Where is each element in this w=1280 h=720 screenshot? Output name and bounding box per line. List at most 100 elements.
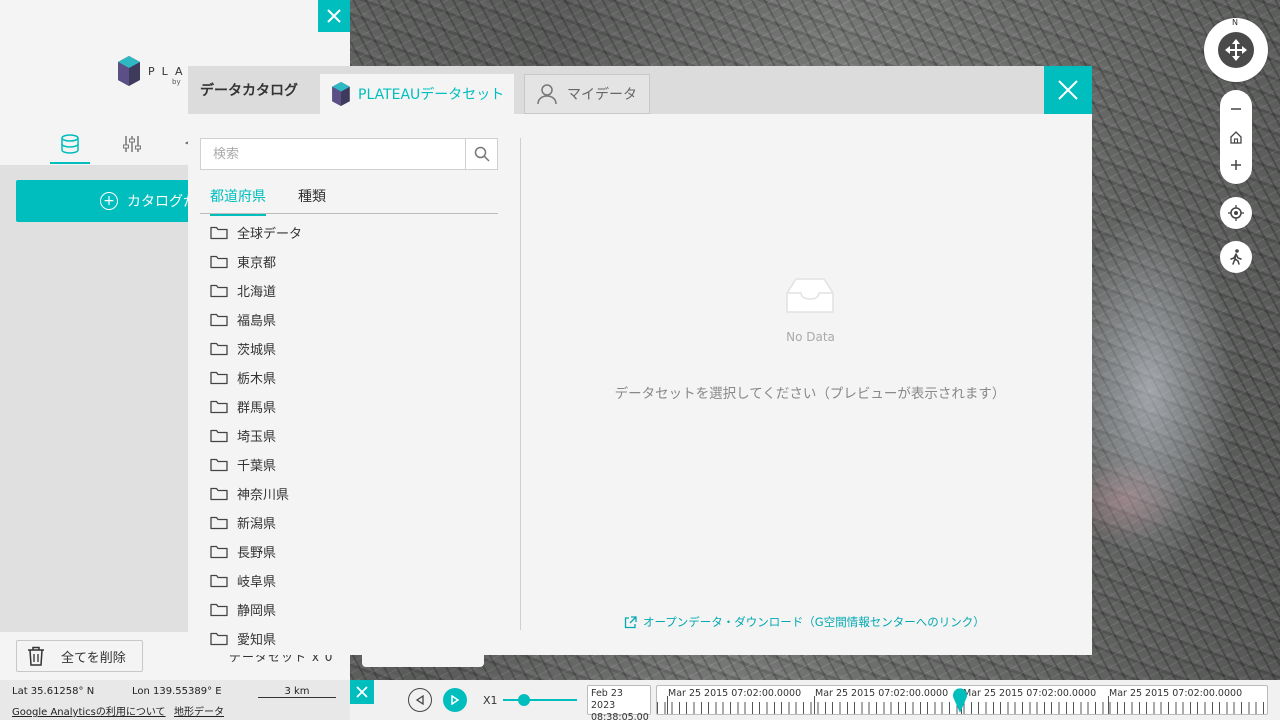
- status-bar: Lat 35.61258° N Lon 139.55389° E 3 km Go…: [0, 680, 350, 720]
- folder-icon: [210, 429, 228, 442]
- major-tick: [1108, 696, 1109, 714]
- close-icon: [327, 9, 341, 23]
- major-tick: [814, 696, 815, 714]
- catalog-button-label: カタログか: [127, 194, 197, 210]
- tree-item[interactable]: 栃木県: [200, 363, 498, 392]
- plateau-logo-icon: [118, 56, 140, 86]
- folder-icon: [210, 371, 228, 384]
- no-data-label: No Data: [786, 330, 835, 344]
- walking-person-icon: [1230, 249, 1242, 265]
- left-panel-close-button[interactable]: [318, 0, 350, 32]
- folder-icon: [210, 545, 228, 558]
- tree-item[interactable]: 千葉県: [200, 450, 498, 479]
- locate-icon: [1228, 205, 1244, 221]
- tree-item[interactable]: 群馬県: [200, 392, 498, 421]
- tree-item[interactable]: 長野県: [200, 537, 498, 566]
- search-button[interactable]: [465, 139, 497, 169]
- home-button[interactable]: [1220, 126, 1252, 148]
- sliders-icon: [123, 136, 141, 152]
- preview-hint: データセットを選択してください（プレビューが表示されます）: [614, 386, 1006, 402]
- folder-icon: [210, 487, 228, 500]
- compass-north-label: N: [1232, 18, 1238, 27]
- play-reverse-button[interactable]: [408, 688, 432, 712]
- external-link-icon: [624, 615, 637, 628]
- tree-item-label: 福島県: [237, 314, 277, 329]
- current-time: 08:38:05.00: [591, 712, 649, 720]
- zoom-controls: [1220, 90, 1252, 184]
- minus-icon: [1231, 108, 1241, 110]
- tab-plateau-dataset[interactable]: PLATEAUデータセット: [320, 74, 514, 114]
- current-date: Feb 23 2023: [591, 688, 623, 711]
- plus-circle-icon: +: [100, 192, 118, 210]
- play-icon: [451, 695, 460, 705]
- tree-item[interactable]: 埼玉県: [200, 421, 498, 450]
- tree-item-label: 栃木県: [237, 372, 277, 387]
- tree-item[interactable]: 全球データ: [200, 218, 498, 247]
- panel-divider: [520, 138, 521, 630]
- search-icon: [474, 146, 490, 162]
- timeline-bar: X1 Feb 23 2023 08:38:05.00 Mar 25 2015 0…: [350, 680, 1280, 720]
- tree-item-label: 神奈川県: [237, 488, 290, 503]
- tree-item-label: 静岡県: [237, 604, 277, 619]
- search-input[interactable]: [201, 139, 465, 169]
- tree-item[interactable]: 福島県: [200, 305, 498, 334]
- trash-icon: [28, 646, 44, 666]
- timeline-close-button[interactable]: [350, 680, 374, 704]
- tick-label: Mar 25 2015 07:02:00.0000: [1109, 688, 1243, 699]
- current-date-display: Feb 23 2023 08:38:05.00: [587, 685, 651, 720]
- tree-item-label: 新潟県: [237, 517, 277, 532]
- tree-item[interactable]: 茨城県: [200, 334, 498, 363]
- open-data-download-link[interactable]: オープンデータ・ダウンロード（G空間情報センターへのリンク）: [624, 614, 985, 630]
- tab-prefecture[interactable]: 都道府県: [210, 186, 266, 216]
- folder-icon: [210, 313, 228, 326]
- play-button[interactable]: [443, 688, 467, 712]
- folder-icon: [210, 603, 228, 616]
- delete-all-label: 全てを削除: [61, 650, 126, 666]
- data-catalog-modal: データカタログ PLATEAUデータセット マイデータ 検索 都道府県 種類 全…: [188, 66, 1092, 655]
- tab-settings[interactable]: [112, 128, 152, 164]
- tree-item[interactable]: 東京都: [200, 247, 498, 276]
- close-icon: [356, 686, 368, 698]
- speed-slider-handle[interactable]: [518, 694, 530, 706]
- my-location-button[interactable]: [1220, 197, 1252, 229]
- modal-close-button[interactable]: [1044, 66, 1092, 114]
- close-icon: [1058, 80, 1078, 100]
- tree-item[interactable]: 北海道: [200, 276, 498, 305]
- plateau-icon: [332, 82, 350, 106]
- zoom-out-button[interactable]: [1220, 98, 1252, 120]
- tree-item-label: 全球データ: [237, 227, 303, 242]
- tree-item[interactable]: 岐阜県: [200, 566, 498, 595]
- compass[interactable]: N: [1204, 18, 1268, 82]
- scale-bar: 3 km: [258, 686, 336, 698]
- tick-label: Mar 25 2015 07:02:00.0000: [815, 688, 949, 699]
- tree-item[interactable]: 新潟県: [200, 508, 498, 537]
- folder-icon: [210, 342, 228, 355]
- delete-all-button[interactable]: 全てを削除: [16, 640, 143, 672]
- tab-my-data-label: マイデータ: [567, 87, 637, 103]
- tab-plateau-label: PLATEAUデータセット: [358, 87, 505, 103]
- pan-control[interactable]: [1218, 32, 1254, 68]
- user-icon: [537, 84, 557, 105]
- tab-my-data[interactable]: マイデータ: [524, 74, 650, 114]
- pedestrian-mode-button[interactable]: [1220, 241, 1252, 273]
- speed-slider-track[interactable]: [503, 699, 577, 701]
- tree-item[interactable]: 愛知県: [200, 624, 498, 653]
- tree-item[interactable]: 静岡県: [200, 595, 498, 624]
- tree-item-label: 千葉県: [237, 459, 277, 474]
- tree-item-label: 北海道: [237, 285, 277, 300]
- latitude: Lat 35.61258° N: [12, 686, 95, 697]
- zoom-in-button[interactable]: [1220, 154, 1252, 176]
- terrain-data-link[interactable]: 地形データ: [174, 703, 224, 718]
- folder-icon: [210, 226, 228, 239]
- google-analytics-link[interactable]: Google Analyticsの利用について: [12, 703, 166, 718]
- search-box: [200, 138, 498, 170]
- home-icon: [1230, 131, 1242, 144]
- tree-item[interactable]: 神奈川県: [200, 479, 498, 508]
- tab-layers[interactable]: [50, 128, 90, 164]
- folder-icon: [210, 574, 228, 587]
- speed-label: X1: [483, 694, 498, 707]
- empty-inbox-icon: [786, 278, 834, 313]
- timeline-marker-icon[interactable]: [952, 687, 968, 713]
- tab-type[interactable]: 種類: [298, 186, 326, 214]
- dataset-tree: 全球データ東京都北海道福島県茨城県栃木県群馬県 埼玉県千葉県神奈川県新潟県長野県岐…: [200, 218, 498, 655]
